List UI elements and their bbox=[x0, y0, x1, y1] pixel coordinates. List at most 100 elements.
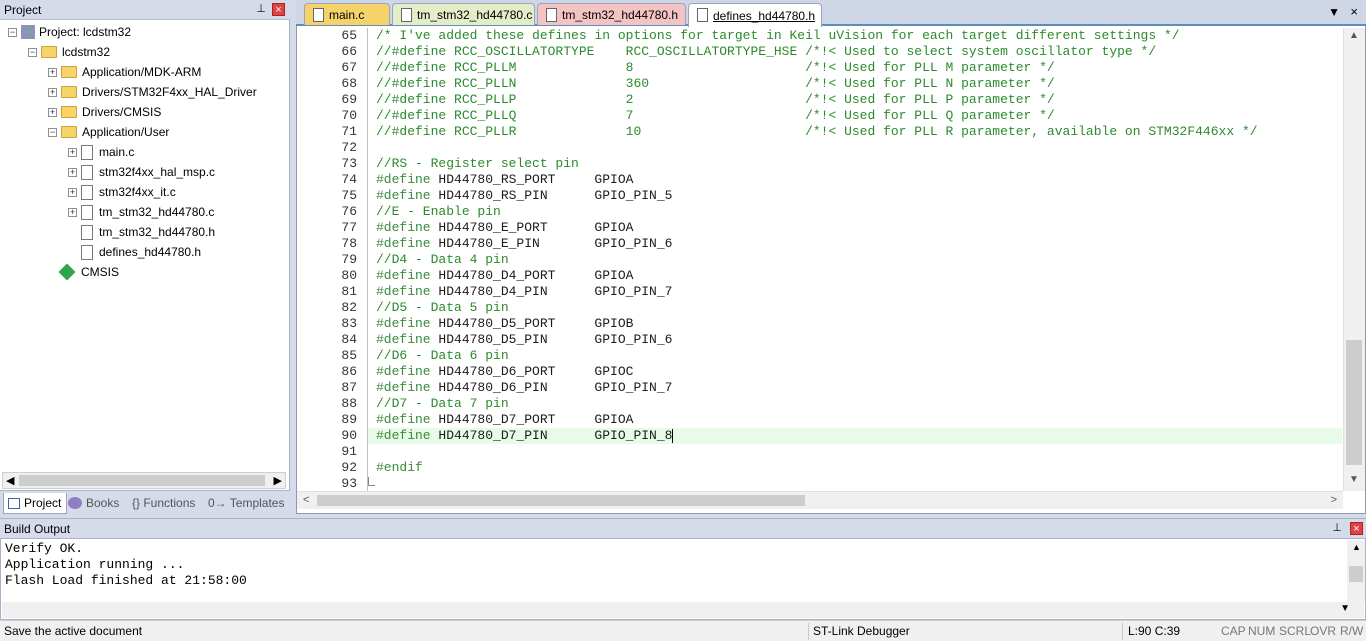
code-area[interactable]: /* I've added these defines in options f… bbox=[368, 28, 1342, 491]
tree-item[interactable]: + stm32f4xx_it.c bbox=[68, 182, 176, 202]
tab-templates-label: 0→ Templates bbox=[208, 496, 285, 510]
line-number: 72 bbox=[341, 140, 357, 155]
expand-icon[interactable]: + bbox=[68, 147, 77, 157]
file-tab[interactable]: main.c bbox=[304, 3, 390, 25]
expand-icon[interactable]: + bbox=[48, 107, 57, 117]
tree-item[interactable]: + Drivers/CMSIS bbox=[48, 102, 161, 122]
code-line[interactable]: #define HD44780_RS_PORT GPIOA bbox=[376, 172, 633, 188]
tree-item-label: Project: lcdstm32 bbox=[39, 25, 132, 39]
build-hscrollbar[interactable]: ▼ bbox=[2, 602, 1364, 618]
code-line[interactable]: #define HD44780_D4_PORT GPIOA bbox=[376, 268, 633, 284]
pin-icon[interactable]: ⊥ bbox=[254, 2, 268, 16]
editor-vscrollbar[interactable]: ▲ ▼ bbox=[1343, 28, 1365, 491]
collapse-icon[interactable]: − bbox=[8, 27, 17, 37]
code-line[interactable]: #define HD44780_D7_PORT GPIOA bbox=[376, 412, 633, 428]
scroll-thumb[interactable] bbox=[19, 475, 265, 486]
code-line[interactable]: #define HD44780_D5_PORT GPIOB bbox=[376, 316, 633, 332]
collapse-icon[interactable]: − bbox=[48, 127, 57, 137]
code-line[interactable]: //#define RCC_PLLR 10 /*!< Used for PLL … bbox=[376, 124, 1258, 140]
tree-item[interactable]: + Drivers/STM32F4xx_HAL_Driver bbox=[48, 82, 257, 102]
code-line[interactable]: //#define RCC_PLLM 8 /*!< Used for PLL M… bbox=[376, 60, 1055, 76]
project-tree-hscrollbar[interactable]: ◀ ▶ bbox=[2, 472, 286, 489]
code-line[interactable]: #define HD44780_D4_PIN GPIO_PIN_7 bbox=[376, 284, 672, 300]
scroll-right-icon[interactable]: > bbox=[1331, 494, 1337, 506]
expand-icon[interactable]: + bbox=[68, 207, 77, 217]
tree-item[interactable]: + main.c bbox=[68, 142, 134, 162]
build-vscrollbar[interactable]: ▲ bbox=[1347, 540, 1365, 602]
project-panel-titlebar: Project ⊥ × bbox=[0, 0, 290, 20]
file-tab[interactable]: tm_stm32_hd44780.c bbox=[392, 3, 535, 25]
scroll-thumb[interactable] bbox=[317, 495, 805, 506]
tree-item-label: stm32f4xx_it.c bbox=[99, 185, 176, 199]
project-panel: Project ⊥ × − Project: lcdstm32− lcdstm32 +… bbox=[0, 0, 290, 514]
tree-item[interactable]: defines_hd44780.h bbox=[68, 242, 201, 262]
scroll-left-icon[interactable]: ◀ bbox=[6, 474, 14, 487]
expand-icon[interactable]: + bbox=[48, 67, 57, 77]
tree-item[interactable]: + Application/MDK-ARM bbox=[48, 62, 201, 82]
close-icon[interactable]: × bbox=[1350, 4, 1358, 19]
line-number: 89 bbox=[341, 412, 357, 427]
scroll-up-icon[interactable]: ▲ bbox=[1349, 30, 1359, 41]
cmsis-icon bbox=[58, 263, 76, 281]
file-tab-label: tm_stm32_hd44780.h bbox=[562, 7, 679, 22]
code-line[interactable]: #define HD44780_D5_PIN GPIO_PIN_6 bbox=[376, 332, 672, 348]
code-line[interactable]: //D6 - Data 6 pin bbox=[376, 348, 509, 364]
books-icon bbox=[68, 497, 82, 509]
scroll-up-icon[interactable]: ▲ bbox=[1352, 542, 1361, 552]
code-line[interactable]: #define HD44780_E_PORT GPIOA bbox=[376, 220, 633, 236]
file-tab[interactable]: tm_stm32_hd44780.h bbox=[537, 3, 686, 25]
code-line[interactable]: //RS - Register select pin bbox=[376, 156, 579, 172]
scroll-down-icon[interactable]: ▼ bbox=[1340, 603, 1350, 614]
tree-item[interactable]: − lcdstm32 bbox=[28, 42, 110, 62]
code-line[interactable]: #define HD44780_D6_PORT GPIOC bbox=[376, 364, 633, 380]
line-number: 86 bbox=[341, 364, 357, 379]
text-cursor bbox=[672, 428, 674, 443]
tree-item[interactable]: − Application/User bbox=[48, 122, 169, 142]
tab-project[interactable]: Project bbox=[3, 493, 67, 514]
code-line[interactable]: /* I've added these defines in options f… bbox=[376, 28, 1180, 44]
expand-icon[interactable]: + bbox=[68, 167, 77, 177]
code-line[interactable]: #define HD44780_RS_PIN GPIO_PIN_5 bbox=[376, 188, 672, 204]
code-line[interactable]: //D5 - Data 5 pin bbox=[376, 300, 509, 316]
code-line[interactable]: #define HD44780_E_PIN GPIO_PIN_6 bbox=[376, 236, 672, 252]
folder-icon bbox=[61, 126, 77, 138]
file-tab[interactable]: defines_hd44780.h bbox=[688, 3, 822, 27]
scroll-left-icon[interactable]: < bbox=[303, 494, 309, 506]
code-line[interactable]: #define HD44780_D7_PIN GPIO_PIN_8 bbox=[376, 428, 674, 444]
scroll-thumb[interactable] bbox=[1349, 566, 1363, 582]
file-icon bbox=[81, 184, 93, 200]
code-line[interactable]: //#define RCC_PLLP 2 /*!< Used for PLL P… bbox=[376, 92, 1055, 108]
expand-icon[interactable]: + bbox=[48, 87, 57, 97]
expand-icon[interactable]: + bbox=[68, 187, 77, 197]
code-line[interactable]: #define HD44780_D6_PIN GPIO_PIN_7 bbox=[376, 380, 672, 396]
code-line[interactable]: //#define RCC_PLLN 360 /*!< Used for PLL… bbox=[376, 76, 1055, 92]
pin-icon[interactable]: ⊥ bbox=[1330, 521, 1344, 535]
status-debugger: ST-Link Debugger bbox=[813, 624, 910, 638]
collapse-icon[interactable]: − bbox=[28, 47, 37, 57]
scroll-thumb[interactable] bbox=[1346, 340, 1362, 465]
tab-functions[interactable]: {} Functions bbox=[132, 493, 204, 513]
scroll-right-icon[interactable]: ▶ bbox=[274, 474, 282, 487]
scroll-down-icon[interactable]: ▼ bbox=[1349, 474, 1359, 485]
close-icon[interactable]: × bbox=[1350, 522, 1363, 535]
code-line[interactable]: //D7 - Data 7 pin bbox=[376, 396, 509, 412]
close-icon[interactable]: × bbox=[272, 3, 285, 16]
code-line[interactable]: //D4 - Data 4 pin bbox=[376, 252, 509, 268]
line-number: 67 bbox=[341, 60, 357, 75]
tree-item-label: Drivers/CMSIS bbox=[82, 105, 162, 119]
code-line[interactable]: //#define RCC_OSCILLATORTYPE RCC_OSCILLA… bbox=[376, 44, 1156, 60]
tree-item[interactable]: + stm32f4xx_hal_msp.c bbox=[68, 162, 215, 182]
tab-books[interactable]: Books bbox=[68, 493, 128, 513]
editor-hscrollbar[interactable]: < > bbox=[297, 491, 1343, 509]
tree-item[interactable]: − Project: lcdstm32 bbox=[8, 22, 131, 42]
tab-templates[interactable]: 0→ Templates bbox=[208, 493, 286, 513]
code-line[interactable]: //#define RCC_PLLQ 7 /*!< Used for PLL Q… bbox=[376, 108, 1055, 124]
tree-item[interactable]: CMSIS bbox=[48, 262, 119, 282]
code-line[interactable]: #endif bbox=[376, 460, 423, 476]
code-line[interactable]: //E - Enable pin bbox=[376, 204, 501, 220]
build-output-line: Verify OK. bbox=[5, 541, 84, 556]
tree-item[interactable]: + tm_stm32_hd44780.c bbox=[68, 202, 214, 222]
tab-list-dropdown-icon[interactable]: ▼ bbox=[1328, 5, 1340, 19]
status-cursor-position: L:90 C:39 bbox=[1128, 624, 1181, 638]
tree-item[interactable]: tm_stm32_hd44780.h bbox=[68, 222, 215, 242]
